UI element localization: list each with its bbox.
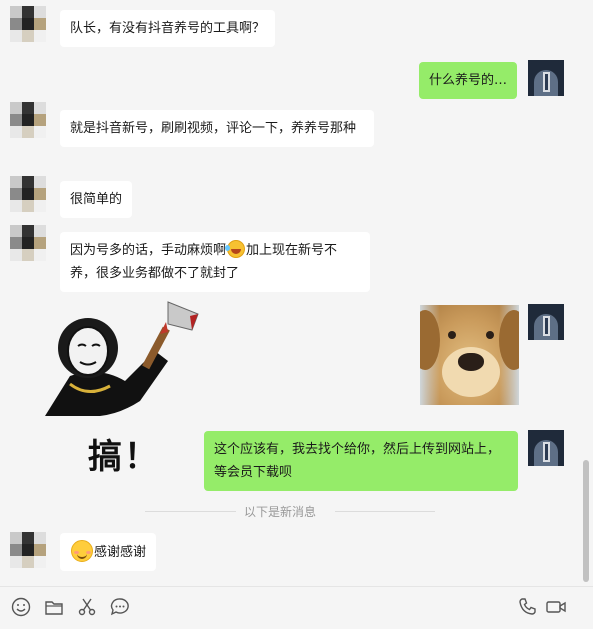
message-bubble[interactable]: 什么养号的…	[419, 62, 518, 99]
emoji-icon[interactable]	[10, 596, 32, 618]
divider-label: 以下是新消息	[235, 505, 324, 519]
scissors-icon[interactable]	[76, 596, 98, 618]
axe-meme-icon	[45, 301, 199, 416]
message-bubble[interactable]: 很简单的	[60, 181, 133, 218]
message-text: 很简单的	[70, 192, 123, 207]
message-bubble[interactable]: 就是抖音新号，刷刷视频，评论一下，养养号那种	[60, 110, 374, 147]
message-bubble[interactable]: 这个应该有，我去找个给你，然后上传到网站上，等会员下载呗	[204, 431, 518, 491]
dog-photo-image[interactable]	[420, 305, 519, 405]
message-text: 这个应该有，我去找个给你，然后上传到网站上，等会员下载呗	[214, 442, 501, 480]
message-text: 队长，有没有抖音养号的工具啊？	[70, 21, 266, 36]
input-toolbar	[0, 586, 593, 629]
chat-area: 队长，有没有抖音养号的工具啊？ 什么养号的… 就是抖音新号，刷刷视频，评论一下，…	[0, 0, 593, 586]
contact-avatar[interactable]	[10, 102, 46, 138]
message-text: 就是抖音新号，刷刷视频，评论一下，养养号那种	[70, 121, 357, 136]
message-text: 感谢感谢	[94, 545, 147, 560]
message-text: 什么养号的…	[429, 73, 508, 88]
message-text: 因为号多的话，手动麻烦啊	[70, 243, 227, 258]
contact-avatar[interactable]	[10, 6, 46, 42]
chat-bubble-icon[interactable]	[109, 596, 131, 618]
message-bubble[interactable]: 感谢感谢	[60, 533, 157, 571]
smile-emoji-icon	[71, 540, 93, 562]
contact-avatar[interactable]	[10, 225, 46, 261]
video-call-icon[interactable]	[545, 596, 567, 618]
phone-icon[interactable]	[516, 596, 538, 618]
folder-icon[interactable]	[43, 596, 65, 618]
scrollbar[interactable]	[583, 460, 589, 582]
my-avatar[interactable]	[528, 304, 564, 340]
sticker-caption: 搞！	[88, 437, 160, 477]
my-avatar[interactable]	[528, 60, 564, 96]
new-messages-divider: 以下是新消息	[0, 503, 560, 520]
my-avatar[interactable]	[528, 430, 564, 466]
meme-sticker[interactable]: 搞！	[40, 296, 210, 477]
message-bubble[interactable]: 队长，有没有抖音养号的工具啊？	[60, 10, 276, 47]
message-bubble[interactable]: 因为号多的话，手动麻烦啊 加上现在新号不养，很多业务都做不了就封了	[60, 232, 370, 292]
laugh-cry-emoji-icon	[225, 240, 246, 258]
contact-avatar[interactable]	[10, 176, 46, 212]
contact-avatar[interactable]	[10, 532, 46, 568]
